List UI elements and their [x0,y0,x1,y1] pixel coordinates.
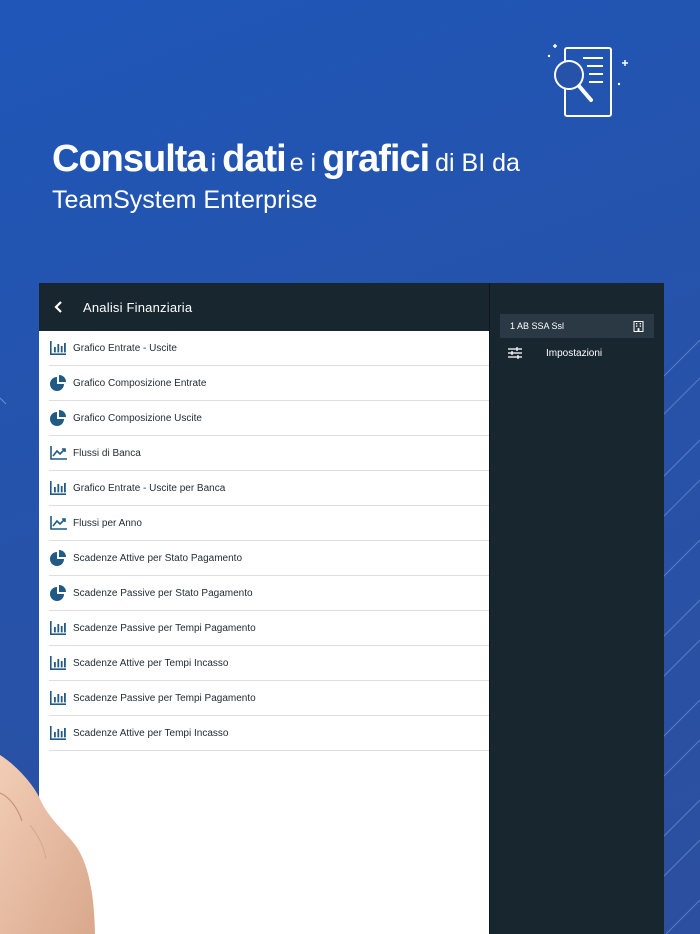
headline-word: di BI da [435,149,520,177]
list-item-label: Scadenze Attive per Tempi Incasso [73,657,229,669]
list-item-label: Flussi per Anno [73,517,142,529]
bar-chart-icon [49,654,67,672]
list-item[interactable]: Scadenze Passive per Tempi Pagamento [49,681,489,716]
list-item[interactable]: Flussi di Banca [49,436,489,471]
chevron-left-icon [54,301,62,313]
bar-chart-icon [49,339,67,357]
sliders-icon [508,347,522,359]
trend-line-icon [49,444,67,462]
list-item[interactable]: Scadenze Passive per Stato Pagamento [49,576,489,611]
main-panel: Analisi Finanziaria Grafico Entrate - Us… [39,283,489,934]
list-item[interactable]: Scadenze Passive per Tempi Pagamento [49,611,489,646]
headline-word: grafici [322,138,430,180]
headline-word: i [210,149,217,177]
list-item[interactable]: Scadenze Attive per Stato Pagamento [49,541,489,576]
list-item-label: Scadenze Passive per Stato Pagamento [73,587,253,599]
headline-word: dati [222,138,287,180]
tablet-screen: Analisi Finanziaria Grafico Entrate - Us… [39,283,664,934]
side-menu: 1 AB SSA Ssl Impostazioni [489,283,664,934]
hero-headline: Consulta i dati e i grafici di BI da [52,138,520,181]
pie-chart-icon [49,549,67,567]
company-name: 1 AB SSA Ssl [510,321,565,331]
company-selector[interactable]: 1 AB SSA Ssl [500,314,654,338]
page-title: Analisi Finanziaria [83,299,193,315]
list-item-label: Scadenze Attive per Stato Pagamento [73,552,242,564]
list-item-label: Grafico Composizione Entrate [73,377,207,389]
list-item[interactable]: Grafico Composizione Entrate [49,366,489,401]
list-item-label: Scadenze Passive per Tempi Pagamento [73,622,256,634]
list-item[interactable]: Grafico Entrate - Uscite [49,331,489,366]
list-item[interactable]: Scadenze Attive per Tempi Incasso [49,646,489,681]
list-item-label: Scadenze Passive per Tempi Pagamento [73,692,256,704]
building-icon [633,320,644,332]
list-item-label: Flussi di Banca [73,447,141,459]
pie-chart-icon [49,409,67,427]
bar-chart-icon [49,724,67,742]
document-search-icon [547,44,628,117]
list-item-label: Grafico Entrate - Uscite [73,342,177,354]
pie-chart-icon [49,584,67,602]
bar-chart-icon [49,689,67,707]
bar-chart-icon [49,479,67,497]
list-item-label: Grafico Composizione Uscite [73,412,202,424]
hero-subtitle: TeamSystem Enterprise [52,186,318,214]
settings-label: Impostazioni [546,347,603,359]
list-item-label: Scadenze Attive per Tempi Incasso [73,727,229,739]
bar-chart-icon [49,619,67,637]
list-item[interactable]: Scadenze Attive per Tempi Incasso [49,716,489,751]
settings-menu-item[interactable]: Impostazioni [508,347,602,359]
list-item[interactable]: Flussi per Anno [49,506,489,541]
back-button[interactable] [41,283,77,331]
headline-word: e i [289,149,317,177]
report-list: Grafico Entrate - Uscite Grafico Composiz… [49,331,489,751]
app-header: Analisi Finanziaria [39,283,489,331]
list-item[interactable]: Grafico Composizione Uscite [49,401,489,436]
list-item-label: Grafico Entrate - Uscite per Banca [73,482,226,494]
trend-line-icon [49,514,67,532]
pie-chart-icon [49,374,67,392]
hand-illustration [0,755,95,934]
decorative-lines [0,397,7,405]
list-item[interactable]: Grafico Entrate - Uscite per Banca [49,471,489,506]
headline-word: Consulta [52,138,208,180]
